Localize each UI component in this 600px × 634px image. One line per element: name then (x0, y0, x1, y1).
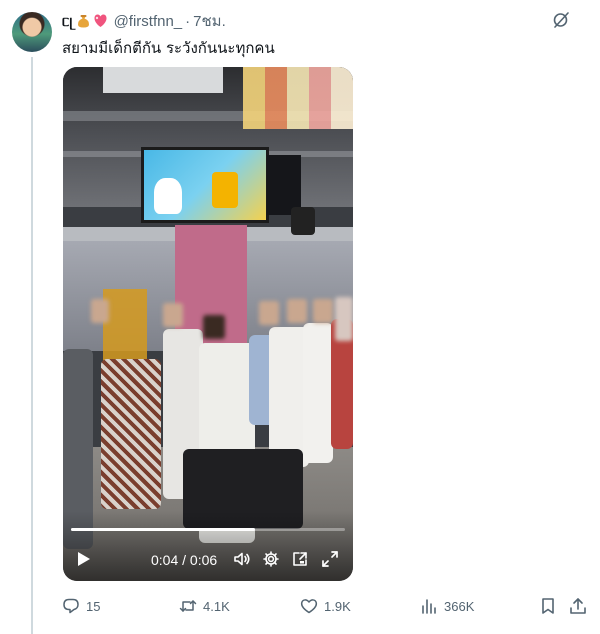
video-frame-tv-screen (141, 147, 269, 223)
share-icon (570, 598, 586, 614)
tweet-text: สยามมีเด็กตีกัน ระวังกันนะทุกคน (62, 39, 275, 57)
bookmark-icon (542, 598, 554, 614)
repost-button[interactable]: 4.1K (179, 596, 230, 616)
share-button[interactable] (569, 596, 593, 616)
video-player[interactable]: 0:04 / 0:06 (63, 67, 353, 581)
author-avatar[interactable] (12, 12, 52, 52)
bookmark-button[interactable] (539, 596, 563, 616)
reply-icon (63, 598, 79, 614)
grok-icon[interactable] (552, 11, 570, 29)
separator-dot: · (185, 12, 191, 30)
like-icon (300, 599, 318, 614)
thread-line (31, 57, 33, 634)
display-name[interactable]: ᥴᥨ (62, 13, 73, 30)
settings-gear-icon[interactable] (262, 550, 280, 568)
reply-count: 15 (86, 598, 101, 614)
pip-icon[interactable] (291, 550, 309, 568)
video-duration: 0:06 (189, 552, 218, 568)
tweet-time[interactable]: 7ชม. (193, 9, 226, 33)
sparkling-heart-emoji-icon (93, 14, 108, 28)
repost-count: 4.1K (203, 598, 230, 614)
like-count: 1.9K (324, 598, 351, 614)
fullscreen-icon[interactable] (321, 550, 339, 568)
video-frame-ad-panel (243, 67, 353, 129)
play-icon[interactable] (77, 551, 91, 567)
views-count: 366K (444, 598, 475, 614)
video-progress-bar[interactable] (71, 528, 345, 531)
video-frame-light (103, 67, 223, 93)
video-time: 0:04 / 0:06 (151, 552, 217, 568)
video-controls-shade (63, 511, 353, 581)
tweet-actions: 15 4.1K 1.9K 366K (62, 596, 592, 616)
like-button[interactable]: 1.9K (300, 596, 351, 616)
video-progress-fill (71, 528, 255, 531)
views-icon (422, 599, 436, 614)
money-bag-emoji-icon (77, 14, 90, 28)
reply-button[interactable]: 15 (62, 596, 100, 616)
volume-icon[interactable] (233, 550, 251, 568)
video-frame-camera (291, 207, 315, 235)
views-button[interactable]: 366K (420, 596, 474, 616)
tweet-header: ᥴᥨ @firstfnn_ · 7ชม. (62, 11, 588, 31)
video-frame-monitor (267, 155, 301, 215)
video-time-separator: / (182, 552, 187, 568)
video-frame-crowd (63, 297, 353, 549)
repost-icon (179, 600, 197, 612)
video-current-time: 0:04 (151, 552, 179, 568)
author-handle[interactable]: @firstfnn_ (114, 13, 183, 30)
